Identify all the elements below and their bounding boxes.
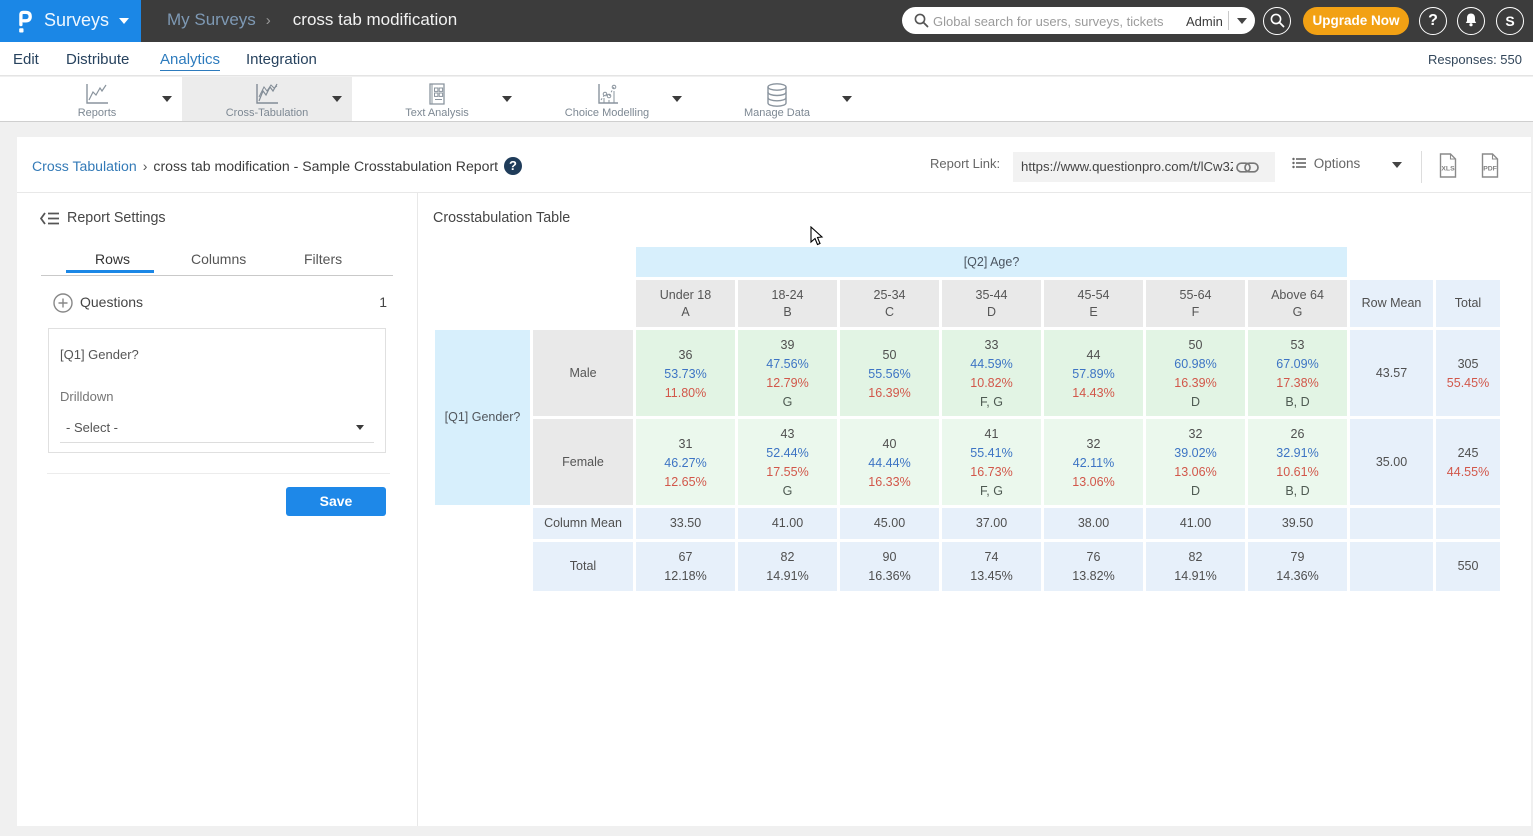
svg-text:XLS: XLS — [1441, 166, 1455, 173]
svg-text:PDF: PDF — [1483, 166, 1497, 173]
